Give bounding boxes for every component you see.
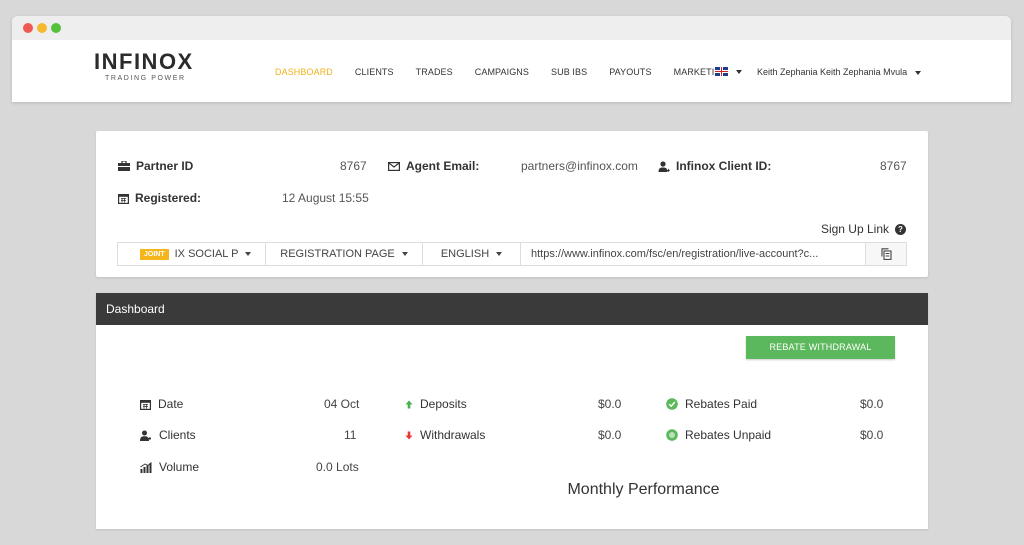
- help-icon[interactable]: ?: [895, 223, 906, 235]
- signup-url-value: https://www.infinox.com/fsc/en/registrat…: [531, 248, 819, 260]
- language-dropdown[interactable]: ENGLISH: [423, 243, 521, 265]
- volume-value: 0.0 Lots: [316, 460, 359, 474]
- rebates-unpaid-label: Rebates Unpaid: [666, 428, 771, 442]
- envelope-icon: [388, 161, 400, 171]
- date-value: 04 Oct: [324, 397, 360, 411]
- chevron-down-icon: [401, 252, 408, 256]
- user-name: Keith Zephania Keith Zephania Mvula: [757, 67, 908, 77]
- partner-id-label: Partner ID: [118, 159, 193, 173]
- account-type-value: IX SOCIAL P: [174, 248, 239, 260]
- user-icon: [658, 160, 670, 172]
- partner-id-value: 8767: [340, 159, 367, 173]
- uk-flag-icon[interactable]: [715, 67, 728, 76]
- maximize-window-button[interactable]: [51, 23, 61, 33]
- rebates-paid-label: Rebates Paid: [666, 397, 757, 411]
- users-icon: [140, 430, 151, 441]
- chevron-down-icon: [496, 252, 503, 256]
- registered-value: 12 August 15:55: [282, 191, 369, 205]
- main-nav: DASHBOARD CLIENTS TRADES CAMPAIGNS SUB I…: [275, 67, 750, 77]
- clients-value: 11: [344, 428, 357, 442]
- withdrawals-label: Withdrawals: [405, 428, 485, 442]
- joint-badge: JOINT: [140, 248, 169, 260]
- copy-icon: [880, 248, 892, 260]
- rebate-withdrawal-button[interactable]: REBATE WITHDRAWAL: [746, 336, 895, 359]
- nav-payouts[interactable]: PAYOUTS: [609, 67, 651, 77]
- date-label: Date: [140, 397, 183, 411]
- bar-chart-icon: [140, 461, 152, 473]
- monthly-performance-title: Monthly Performance: [567, 481, 720, 498]
- user-menu[interactable]: Keith Zephania Keith Zephania Mvula: [757, 67, 922, 77]
- dashboard-card: Dashboard REBATE WITHDRAWAL Date 04 Oct …: [96, 293, 928, 529]
- chevron-down-icon: [245, 252, 252, 256]
- dashboard-header: Dashboard: [96, 293, 928, 325]
- calendar-icon: [140, 399, 151, 410]
- brand-logo[interactable]: INFINOX TRADING POWER: [94, 50, 194, 83]
- brand-name: INFINOX: [94, 49, 194, 74]
- withdrawals-value: $0.0: [598, 428, 622, 442]
- nav-trades[interactable]: TRADES: [416, 67, 453, 77]
- registered-label: Registered:: [118, 191, 201, 205]
- deposits-value: $0.0: [598, 397, 622, 411]
- nav-dashboard[interactable]: DASHBOARD: [275, 67, 333, 77]
- volume-label: Volume: [140, 460, 199, 474]
- circle-icon: [666, 429, 678, 441]
- browser-window: INFINOX TRADING POWER DASHBOARD CLIENTS …: [12, 16, 1011, 102]
- calendar-icon: [118, 193, 129, 204]
- rebates-unpaid-value: $0.0: [860, 428, 884, 442]
- page-dropdown[interactable]: REGISTRATION PAGE: [266, 243, 423, 265]
- partner-info-card: Partner ID 8767 Agent Email: partners@in…: [96, 131, 928, 277]
- language-chevron-down-icon[interactable]: [736, 70, 742, 74]
- brand-tagline: TRADING POWER: [105, 75, 186, 82]
- nav-clients[interactable]: CLIENTS: [355, 67, 394, 77]
- language-value: ENGLISH: [440, 248, 490, 260]
- nav-sub-ibs[interactable]: SUB IBS: [551, 67, 587, 77]
- agent-email-value: partners@infinox.com: [521, 159, 638, 173]
- agent-email-label: Agent Email:: [388, 159, 479, 173]
- check-circle-icon: [666, 398, 678, 410]
- arrow-down-icon: [405, 431, 413, 439]
- briefcase-icon: [118, 161, 130, 171]
- window-titlebar: [12, 16, 1011, 40]
- client-id-value: 8767: [880, 159, 907, 173]
- close-window-button[interactable]: [23, 23, 33, 33]
- nav-campaigns[interactable]: CAMPAIGNS: [475, 67, 529, 77]
- minimize-window-button[interactable]: [37, 23, 47, 33]
- client-id-label: Infinox Client ID:: [658, 159, 771, 173]
- account-type-dropdown[interactable]: JOINT IX SOCIAL P: [118, 243, 266, 265]
- signup-url-field[interactable]: https://www.infinox.com/fsc/en/registrat…: [521, 243, 866, 265]
- deposits-label: Deposits: [405, 397, 467, 411]
- rebates-paid-value: $0.0: [860, 397, 884, 411]
- user-chevron-down-icon: [915, 70, 922, 75]
- arrow-up-icon: [405, 400, 413, 408]
- clients-label: Clients: [140, 428, 196, 442]
- page-value: REGISTRATION PAGE: [280, 248, 395, 260]
- top-navbar: INFINOX TRADING POWER DASHBOARD CLIENTS …: [12, 40, 1011, 102]
- signup-link-bar: JOINT IX SOCIAL P REGISTRATION PAGE ENGL…: [117, 242, 907, 266]
- signup-link-label: Sign Up Link ?: [821, 222, 906, 236]
- copy-link-button[interactable]: [866, 243, 906, 265]
